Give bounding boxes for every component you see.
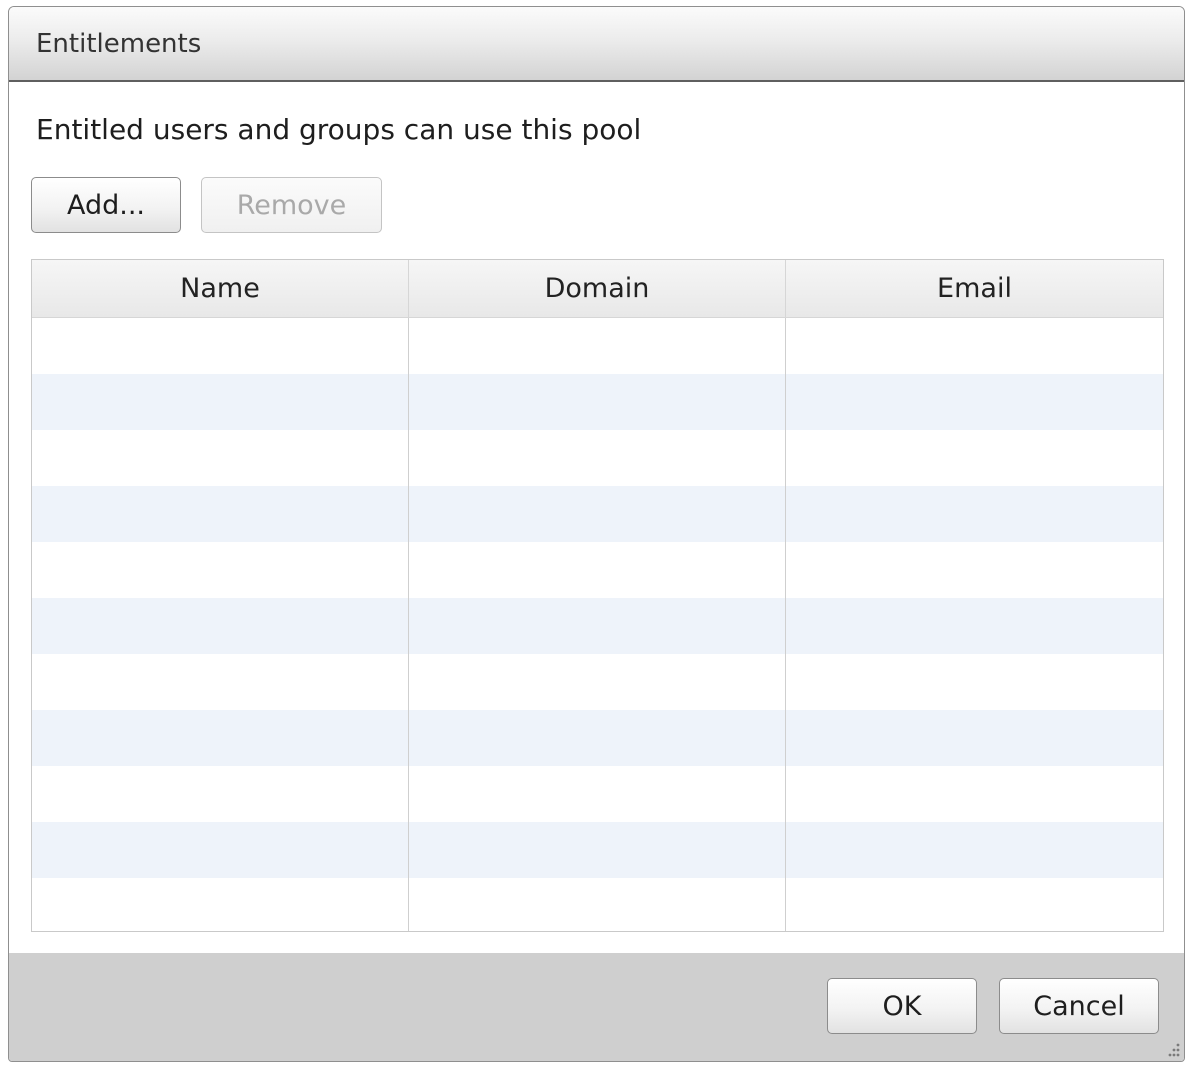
column-header-domain[interactable]: Domain <box>409 260 786 317</box>
table-row-empty <box>32 542 1163 598</box>
dialog-description: Entitled users and groups can use this p… <box>36 113 642 146</box>
entitlements-dialog: Entitlements Entitled users and groups c… <box>8 6 1185 1062</box>
dialog-titlebar[interactable]: Entitlements <box>9 7 1184 82</box>
table-row-empty <box>32 318 1163 374</box>
table-header: Name Domain Email <box>32 260 1163 318</box>
table-cell-empty <box>409 822 786 878</box>
table-cell-empty <box>786 710 1163 766</box>
dialog-footer: OK Cancel <box>9 953 1184 1061</box>
table-cell-empty <box>409 374 786 430</box>
resize-grip-icon[interactable] <box>1163 1041 1181 1059</box>
table-cell-empty <box>32 710 409 766</box>
table-cell-empty <box>409 878 786 931</box>
table-row-empty <box>32 598 1163 654</box>
table-cell-empty <box>786 430 1163 486</box>
table-cell-empty <box>409 598 786 654</box>
table-row-empty <box>32 430 1163 486</box>
table-cell-empty <box>786 654 1163 710</box>
table-row-empty <box>32 766 1163 822</box>
table-cell-empty <box>409 542 786 598</box>
table-row-empty <box>32 654 1163 710</box>
table-cell-empty <box>32 430 409 486</box>
remove-button[interactable]: Remove <box>201 177 382 233</box>
table-row-empty <box>32 374 1163 430</box>
table-cell-empty <box>786 822 1163 878</box>
table-cell-empty <box>32 542 409 598</box>
table-cell-empty <box>32 486 409 542</box>
table-cell-empty <box>32 598 409 654</box>
table-cell-empty <box>409 710 786 766</box>
cancel-button[interactable]: Cancel <box>999 978 1159 1034</box>
table-row-empty <box>32 486 1163 542</box>
table-row-empty <box>32 878 1163 931</box>
table-cell-empty <box>32 318 409 374</box>
add-button[interactable]: Add... <box>31 177 181 233</box>
table-cell-empty <box>32 822 409 878</box>
table-cell-empty <box>32 654 409 710</box>
table-cell-empty <box>32 374 409 430</box>
table-cell-empty <box>786 766 1163 822</box>
table-cell-empty <box>786 486 1163 542</box>
entitlements-table: Name Domain Email <box>31 259 1164 932</box>
table-cell-empty <box>786 878 1163 931</box>
table-cell-empty <box>409 430 786 486</box>
dialog-title: Entitlements <box>36 29 202 59</box>
table-cell-empty <box>786 598 1163 654</box>
table-cell-empty <box>786 374 1163 430</box>
table-cell-empty <box>786 542 1163 598</box>
table-cell-empty <box>32 766 409 822</box>
table-body[interactable] <box>32 318 1163 931</box>
ok-button[interactable]: OK <box>827 978 977 1034</box>
column-header-name[interactable]: Name <box>32 260 409 317</box>
table-cell-empty <box>32 878 409 931</box>
table-cell-empty <box>409 766 786 822</box>
table-row-empty <box>32 822 1163 878</box>
table-row-empty <box>32 710 1163 766</box>
table-cell-empty <box>786 318 1163 374</box>
table-cell-empty <box>409 486 786 542</box>
column-header-email[interactable]: Email <box>786 260 1163 317</box>
table-cell-empty <box>409 654 786 710</box>
table-cell-empty <box>409 318 786 374</box>
